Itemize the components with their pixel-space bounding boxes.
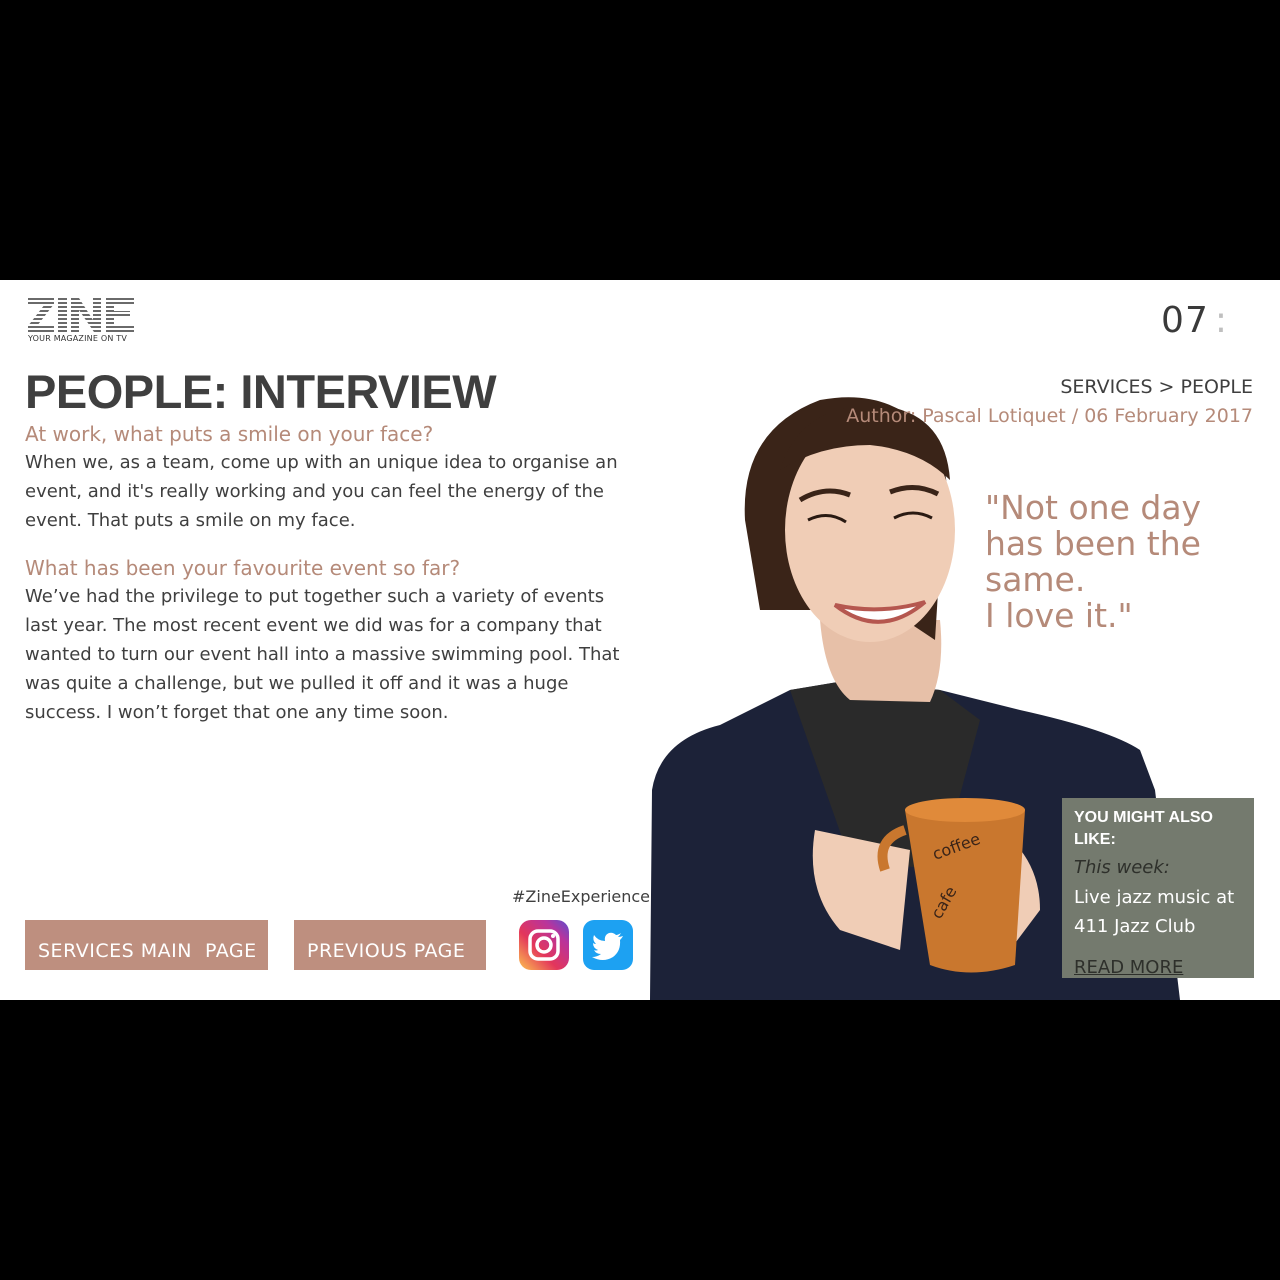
promo-title: YOU MIGHT ALSO LIKE: <box>1074 809 1213 848</box>
twitter-icon[interactable] <box>583 920 633 970</box>
promo-text: Live jazz music at 411 Jazz Club <box>1074 887 1235 937</box>
question-2: What has been your favourite event so fa… <box>25 556 461 580</box>
clock: 07: <box>1161 300 1228 341</box>
answer-1: When we, as a team, come up with an uniq… <box>25 452 618 531</box>
services-main-page-button[interactable]: SERVICES MAIN PAGE <box>25 920 268 970</box>
hashtag: #ZineExperience <box>512 887 651 906</box>
clock-separator: : <box>1214 300 1228 341</box>
pull-quote: "Not one day has been the same. I love i… <box>985 488 1202 635</box>
answer-2: We’ve had the privilege to put together … <box>25 586 620 723</box>
clock-hours: 07 <box>1161 300 1209 341</box>
read-more-link[interactable]: READ MORE <box>1074 957 1183 978</box>
zine-wordmark <box>28 298 134 332</box>
author-line: Author: Pascal Lotiquet / 06 February 20… <box>846 405 1253 427</box>
promo-box: YOU MIGHT ALSO LIKE: This week: Live jaz… <box>1062 798 1254 978</box>
previous-page-button[interactable]: PREVIOUS PAGE <box>294 920 486 970</box>
question-1: At work, what puts a smile on your face? <box>25 422 434 446</box>
page-title: PEOPLE: INTERVIEW <box>25 365 497 418</box>
logo-tagline: YOUR MAGAZINE ON TV <box>28 334 128 343</box>
instagram-icon[interactable] <box>519 920 569 970</box>
interview-article: At work, what puts a smile on your face?… <box>25 420 625 746</box>
promo-week: This week: <box>1074 857 1170 878</box>
zine-logo: YOUR MAGAZINE ON TV <box>28 298 140 343</box>
tv-screen: YOUR MAGAZINE ON TV 07: PEOPLE: INTERVIE… <box>0 280 1280 1000</box>
